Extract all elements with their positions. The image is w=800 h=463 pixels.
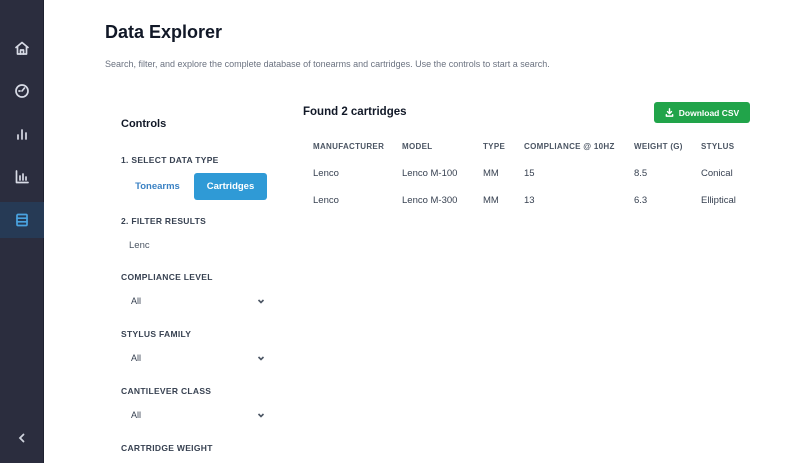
page-description: Search, filter, and explore the complete…	[105, 59, 550, 69]
table-cell: MM	[483, 195, 499, 206]
cantilever-class-label: CANTILEVER CLASS	[121, 386, 212, 396]
chevron-down-icon	[257, 299, 265, 304]
stylus-select-value: All	[131, 353, 142, 363]
download-icon	[665, 108, 674, 117]
sidebar	[0, 0, 44, 463]
table-row[interactable]: Lenco Lenco M-100 MM 15 8.5 Conical	[303, 160, 753, 187]
table-cell: MM	[483, 168, 499, 179]
column-header[interactable]: STYLUS	[701, 142, 734, 151]
cartridge-weight-label: CARTRIDGE WEIGHT	[121, 443, 213, 453]
stylus-select[interactable]: All	[121, 348, 271, 368]
controls-panel: Controls	[121, 118, 281, 130]
table-cell: Conical	[701, 168, 733, 179]
table-row[interactable]: Lenco Lenco M-300 MM 13 6.3 Elliptical	[303, 187, 753, 214]
compliance-level-label: COMPLIANCE LEVEL	[121, 272, 213, 282]
gauge-icon[interactable]	[0, 73, 44, 109]
filter-results-label: 2. FILTER RESULTS	[121, 216, 207, 226]
database-icon[interactable]	[0, 202, 44, 238]
bar-chart-icon[interactable]	[0, 116, 44, 152]
column-header[interactable]: MANUFACTURER	[313, 142, 384, 151]
table-cell: 8.5	[634, 168, 648, 179]
tonearms-tab[interactable]: Tonearms	[121, 173, 194, 200]
table-cell: Lenco	[313, 195, 339, 206]
column-header[interactable]: WEIGHT (G)	[634, 142, 683, 151]
download-csv-button[interactable]: Download CSV	[654, 102, 750, 123]
table-cell: Lenco M-100	[402, 168, 458, 179]
column-header[interactable]: COMPLIANCE @ 10HZ	[524, 142, 615, 151]
cantilever-select-value: All	[131, 410, 142, 420]
stylus-family-label: STYLUS FAMILY	[121, 329, 192, 339]
table-cell: Lenco M-300	[402, 195, 458, 206]
cartridges-tab[interactable]: Cartridges	[194, 173, 267, 200]
home-icon[interactable]	[0, 30, 44, 66]
table-cell: Lenco	[313, 168, 339, 179]
table-cell: 15	[524, 168, 535, 179]
controls-title: Controls	[121, 118, 167, 130]
chevron-left-icon[interactable]	[14, 430, 30, 446]
data-type-toggle: Tonearms Cartridges	[121, 173, 267, 200]
select-data-type-label: 1. SELECT DATA TYPE	[121, 155, 219, 165]
table-cell: 6.3	[634, 195, 648, 206]
table-cell: Elliptical	[701, 195, 736, 206]
chevron-down-icon	[257, 356, 265, 361]
cantilever-select[interactable]: All	[121, 405, 271, 425]
chart-axis-icon[interactable]	[0, 159, 44, 195]
compliance-select-value: All	[131, 296, 142, 306]
column-header[interactable]: TYPE	[483, 142, 505, 151]
chevron-down-icon	[257, 413, 265, 418]
column-header[interactable]: MODEL	[402, 142, 432, 151]
download-csv-label: Download CSV	[678, 107, 740, 118]
table-cell: 13	[524, 195, 535, 206]
results-title: Found 2 cartridges	[303, 106, 407, 118]
compliance-select[interactable]: All	[121, 291, 271, 311]
table-header-row: MANUFACTURER MODEL TYPE COMPLIANCE @ 10H…	[303, 136, 753, 163]
filter-input[interactable]: Lenc	[121, 236, 267, 254]
page-title: Data Explorer	[105, 22, 223, 42]
